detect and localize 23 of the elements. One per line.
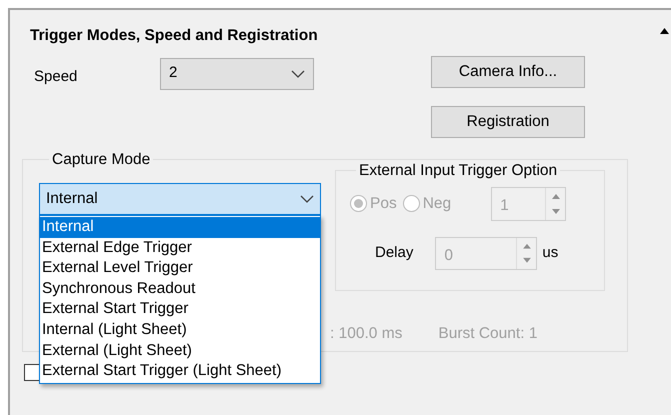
- dialog-button[interactable]: Registration: [431, 106, 585, 138]
- group-title: Capture Mode: [51, 152, 152, 167]
- dropdown-option[interactable]: External (Light Sheet): [40, 340, 320, 362]
- dropdown-option[interactable]: External Start Trigger (Light Sheet): [40, 361, 320, 382]
- group-title: External Input Trigger Option: [358, 163, 558, 178]
- dropdown-option[interactable]: Internal (Light Sheet): [40, 320, 320, 341]
- field-label: Delay: [375, 242, 414, 263]
- dropdown-option[interactable]: External Edge Trigger: [40, 238, 320, 258]
- section-title: Trigger Modes, Speed and Registration: [30, 26, 318, 46]
- field-label: Speed: [33, 66, 78, 86]
- info-text: : 100.0 ms: [330, 324, 402, 344]
- capture-mode-dropdown[interactable]: Internal: [39, 183, 321, 215]
- dropdown-option[interactable]: Internal: [40, 217, 320, 238]
- unit-label: us: [542, 242, 558, 263]
- chevron-down-icon: [291, 70, 305, 78]
- dropdown-option[interactable]: External Start Trigger: [40, 299, 320, 320]
- speed-dropdown[interactable]: 2: [160, 58, 314, 90]
- info-text: Burst Count: 1: [438, 324, 538, 344]
- dropdown-option[interactable]: Synchronous Readout: [40, 278, 320, 300]
- collapse-icon[interactable]: [660, 28, 669, 34]
- chevron-down-icon: [300, 195, 314, 203]
- dialog-button[interactable]: Camera Info...: [431, 56, 585, 88]
- dropdown-option[interactable]: External Level Trigger: [40, 258, 320, 279]
